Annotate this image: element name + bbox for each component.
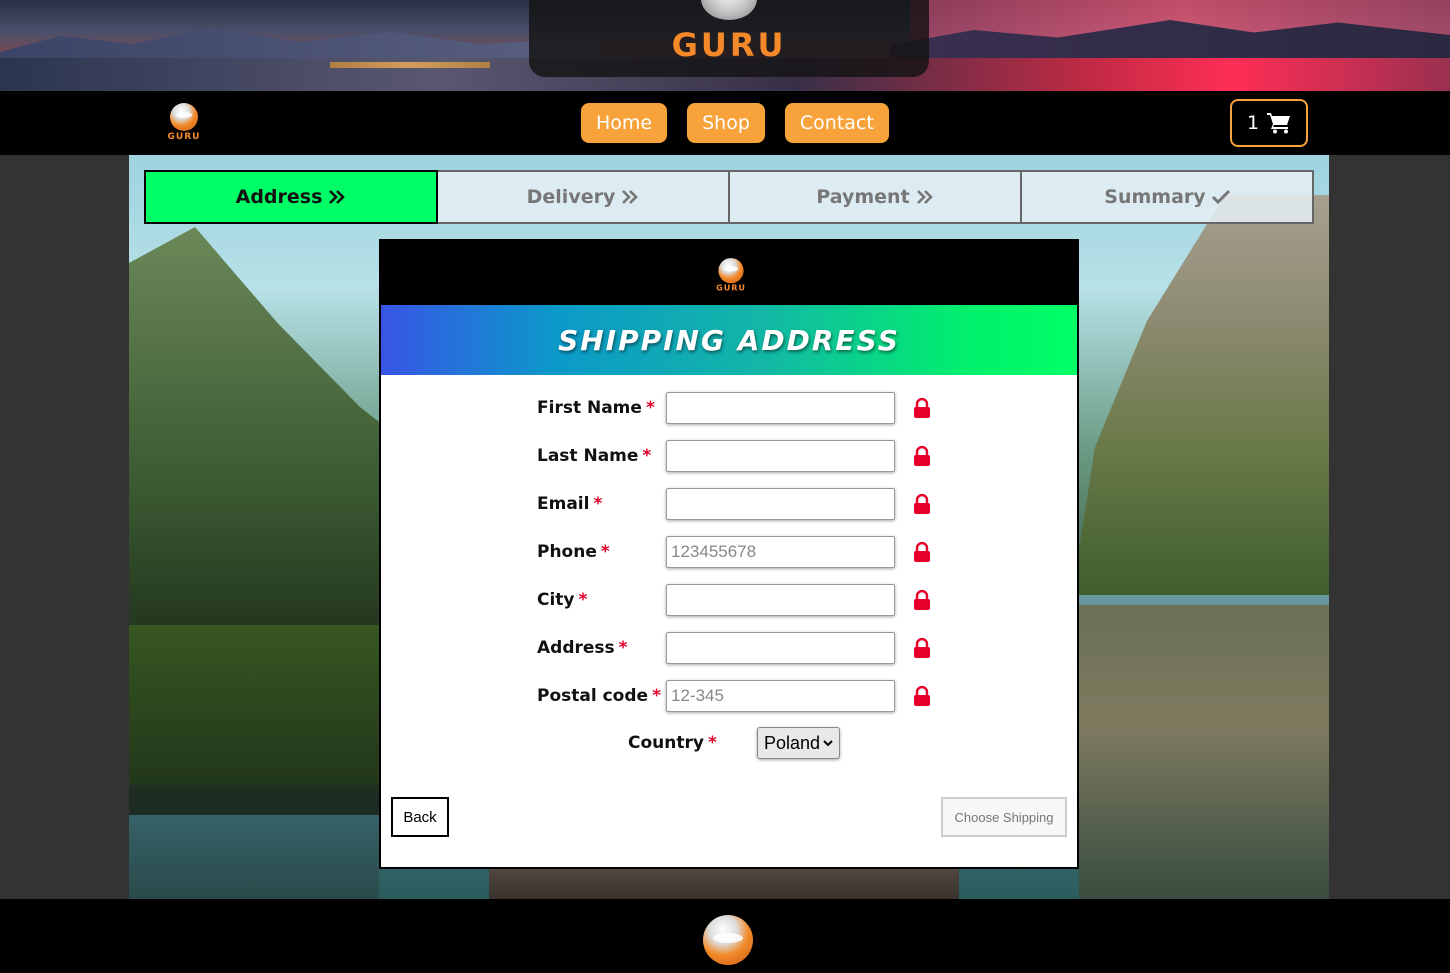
card-title-banner: SHIPPING ADDRESS — [381, 305, 1077, 375]
double-chevron-right-icon — [622, 190, 639, 204]
nav-links: Home Shop Contact — [581, 103, 889, 143]
brand-logo-text: GURU — [167, 132, 201, 142]
step-payment-label: Payment — [816, 186, 910, 208]
step-address[interactable]: Address — [144, 170, 438, 224]
step-summary-label: Summary — [1104, 186, 1206, 208]
hero-logo-ball-icon — [701, 0, 757, 20]
footer — [0, 899, 1450, 973]
guru-logo-icon: GURU — [162, 103, 206, 145]
required-marker: * — [645, 398, 655, 418]
email-row: Email * — [537, 487, 931, 521]
step-summary[interactable]: Summary — [1022, 170, 1314, 224]
bg-grass — [129, 625, 399, 785]
shopping-cart-icon — [1267, 113, 1291, 134]
choose-shipping-button[interactable]: Choose Shipping — [941, 797, 1067, 837]
phone-field[interactable] — [666, 536, 895, 568]
lock-icon — [914, 590, 930, 610]
lock-icon — [914, 542, 930, 562]
required-marker: * — [593, 494, 603, 514]
cart-button[interactable]: 1 — [1230, 99, 1308, 147]
nav-shop-button[interactable]: Shop — [687, 103, 765, 143]
lock-icon — [914, 446, 930, 466]
hero-lights — [330, 62, 490, 68]
address-field[interactable] — [666, 632, 895, 664]
address-row: Address * — [537, 631, 931, 665]
step-delivery-label: Delivery — [526, 186, 616, 208]
step-payment[interactable]: Payment — [730, 170, 1022, 224]
city-row: City * — [537, 583, 931, 617]
required-marker: * — [600, 542, 610, 562]
required-marker: * — [652, 686, 661, 706]
lock-icon — [914, 686, 930, 706]
country-select[interactable]: Poland — [757, 727, 840, 759]
phone-label: Phone * — [537, 542, 610, 562]
country-row: Country * Poland — [628, 727, 840, 759]
guru-logo-icon: GURU — [711, 258, 751, 296]
chevron-down-icon — [823, 740, 833, 747]
step-delivery[interactable]: Delivery — [438, 170, 730, 224]
back-button[interactable]: Back — [391, 797, 449, 837]
guru-ball-icon — [170, 103, 198, 131]
country-label: Country * — [628, 733, 717, 753]
first-name-row: First Name * — [537, 391, 931, 425]
check-icon — [1211, 189, 1230, 205]
lock-icon — [914, 398, 930, 418]
bg-cliff-right — [1069, 195, 1329, 615]
city-label: City * — [537, 590, 588, 610]
double-chevron-right-icon — [916, 190, 933, 204]
navbar: GURU Home Shop Contact 1 — [0, 91, 1450, 155]
postal-code-field[interactable] — [666, 680, 895, 712]
country-selected-value: Poland — [764, 732, 821, 753]
hero-logo: GURU — [529, 0, 929, 77]
city-field[interactable] — [666, 584, 895, 616]
card-logo-text: GURU — [716, 284, 746, 294]
brand-logo[interactable]: GURU — [162, 103, 206, 145]
email-field[interactable] — [666, 488, 895, 520]
guru-ball-icon[interactable] — [703, 915, 753, 965]
required-marker: * — [618, 638, 628, 658]
lock-icon — [914, 638, 930, 658]
hero-banner: GURU — [0, 0, 1450, 91]
cart-count: 1 — [1246, 112, 1260, 134]
nav-home-button[interactable]: Home — [581, 103, 668, 143]
required-marker: * — [642, 446, 652, 466]
first-name-field[interactable] — [666, 392, 895, 424]
email-label: Email * — [537, 494, 603, 514]
nav-contact-button[interactable]: Contact — [784, 103, 889, 143]
last-name-row: Last Name * — [537, 439, 931, 473]
postal-code-row: Postal code * — [537, 679, 931, 713]
postal-code-label: Postal code * — [537, 686, 661, 706]
guru-ball-icon — [718, 258, 744, 284]
address-label: Address * — [537, 638, 628, 658]
shipping-form: First Name* Last Name* Email* Phone* Cit… — [381, 375, 1077, 869]
card-title: SHIPPING ADDRESS — [558, 323, 900, 357]
hero-logo-text: GURU — [671, 26, 787, 64]
required-marker: * — [578, 590, 588, 610]
last-name-field[interactable] — [666, 440, 895, 472]
hero-mountains-left — [0, 28, 600, 60]
last-name-label: Last Name * — [537, 446, 652, 466]
checkout-steps: Address Delivery Payment Summary — [144, 170, 1314, 224]
double-chevron-right-icon — [329, 190, 346, 204]
card-header: GURU — [381, 241, 1077, 305]
lock-icon — [914, 494, 930, 514]
required-marker: * — [707, 733, 717, 753]
phone-row: Phone * — [537, 535, 931, 569]
shipping-address-card: GURU SHIPPING ADDRESS First Name * Last N… — [379, 239, 1079, 869]
bg-reflection — [1079, 605, 1329, 899]
first-name-label: First Name * — [537, 398, 655, 418]
step-address-label: Address — [235, 186, 323, 208]
